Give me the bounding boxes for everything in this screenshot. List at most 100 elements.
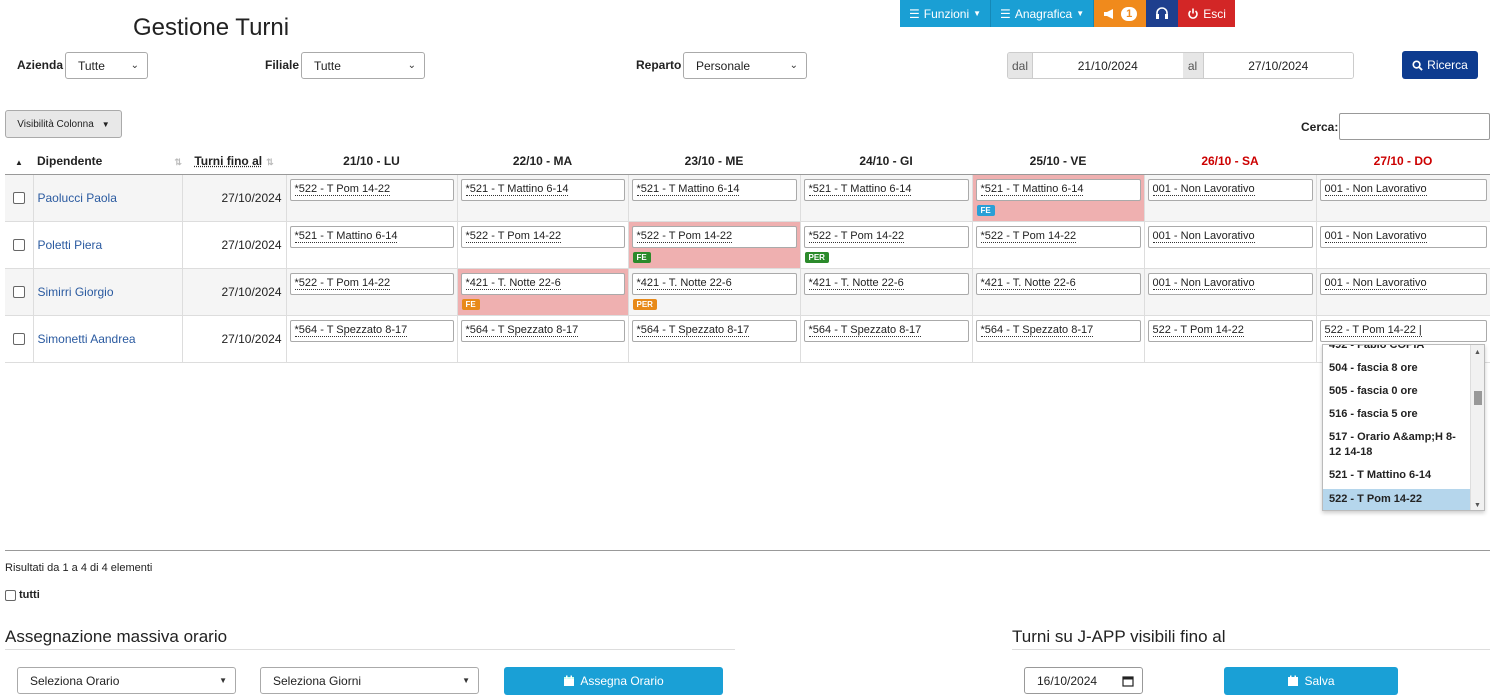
select-all-checkbox[interactable]: [5, 589, 16, 601]
dropdown-scrollbar[interactable]: ▲ ▼: [1470, 345, 1484, 510]
shift-select[interactable]: *564 - T Spezzato 8-17: [289, 319, 454, 342]
row-checkbox[interactable]: [12, 192, 25, 205]
shift-label: 522 - T Pom 14-22 |: [1324, 323, 1422, 337]
shift-cell: *521 - T Mattino 6-14: [456, 174, 628, 222]
cerca-input[interactable]: [1339, 113, 1490, 140]
row-checkbox[interactable]: [12, 239, 25, 252]
shift-label: *421 - T. Notte 22-6: [636, 276, 732, 290]
divider: [1012, 649, 1490, 650]
shift-select[interactable]: *564 - T Spezzato 8-17: [975, 319, 1141, 342]
shift-select[interactable]: *421 - T. Notte 22-6: [975, 272, 1141, 295]
ricerca-button[interactable]: Ricerca: [1402, 51, 1478, 79]
employee-name[interactable]: Simonetti Aandrea: [32, 315, 182, 363]
shift-cell: *521 - T Mattino 6-14 FE: [971, 174, 1144, 222]
dropdown-option[interactable]: 521 - T Mattino 6-14: [1323, 468, 1471, 483]
japp-date-input[interactable]: 16/10/2024: [1024, 667, 1143, 694]
anagrafica-menu[interactable]: ☰ Anagrafica ▼: [991, 0, 1095, 27]
shift-select[interactable]: *521 - T Mattino 6-14: [803, 178, 969, 201]
logout-button[interactable]: Esci: [1178, 0, 1235, 27]
shift-select[interactable]: *522 - T Pom 14-22: [631, 225, 797, 248]
notifications-button[interactable]: 1: [1094, 0, 1147, 27]
shift-select[interactable]: 001 - Non Lavorativo: [1147, 178, 1313, 201]
shift-select[interactable]: *521 - T Mattino 6-14: [289, 225, 454, 248]
filiale-select[interactable]: Tutte ⌄: [301, 52, 425, 79]
shift-select[interactable]: 001 - Non Lavorativo: [1319, 225, 1487, 248]
shift-cell: *522 - T Pom 14-22: [456, 221, 628, 269]
shift-select[interactable]: *564 - T Spezzato 8-17: [460, 319, 625, 342]
caret-down-icon: ▼: [219, 676, 227, 685]
shift-select[interactable]: *421 - T. Notte 22-6: [460, 272, 625, 295]
scroll-down-icon[interactable]: ▼: [1474, 502, 1481, 509]
column-visibility-button[interactable]: Visibilità Colonna ▼: [5, 110, 122, 138]
shift-select[interactable]: *522 - T Pom 14-22: [975, 225, 1141, 248]
giorni-select[interactable]: Seleziona Giorni ▼: [260, 667, 479, 694]
shift-select[interactable]: 522 - T Pom 14-22: [1147, 319, 1313, 342]
shift-tag-badge: FE: [461, 298, 480, 310]
shift-select[interactable]: 522 - T Pom 14-22 |: [1319, 319, 1487, 342]
dropdown-option-selected[interactable]: 522 - T Pom 14-22: [1323, 489, 1471, 510]
row-checkbox[interactable]: [12, 286, 25, 299]
shift-select[interactable]: 001 - Non Lavorativo: [1147, 225, 1313, 248]
employee-name[interactable]: Simirri Giorgio: [32, 268, 182, 316]
shift-select[interactable]: 001 - Non Lavorativo: [1319, 272, 1487, 295]
employee-name[interactable]: Poletti Piera: [32, 221, 182, 269]
shift-cell: 522 - T Pom 14-22: [1143, 315, 1316, 363]
azienda-select[interactable]: Tutte ⌄: [65, 52, 148, 79]
calendar-icon[interactable]: [1122, 675, 1134, 687]
shift-dropdown-list[interactable]: 492 - Fabio COPIA 504 - fascia 8 ore 505…: [1322, 344, 1485, 511]
japp-title: Turni su J-APP visibili fino al: [1012, 627, 1226, 646]
orario-placeholder: Seleziona Orario: [30, 673, 120, 688]
scroll-up-icon[interactable]: ▲: [1474, 349, 1481, 356]
shift-cell: 001 - Non Lavorativo: [1143, 221, 1316, 269]
dropdown-option[interactable]: 504 - fascia 8 ore: [1323, 361, 1471, 376]
shift-select[interactable]: *522 - T Pom 14-22: [803, 225, 969, 248]
dropdown-option[interactable]: 516 - fascia 5 ore: [1323, 407, 1471, 422]
calendar-icon: [564, 675, 575, 686]
shift-select[interactable]: *522 - T Pom 14-22: [289, 178, 454, 201]
row-select-cell: [5, 221, 33, 269]
chevron-down-icon: ⌄: [407, 60, 416, 71]
shift-select[interactable]: 001 - Non Lavorativo: [1319, 178, 1487, 201]
funzioni-menu[interactable]: ☰ Funzioni ▼: [900, 0, 992, 27]
shift-label: *522 - T Pom 14-22: [294, 276, 391, 290]
select-all[interactable]: tutti: [5, 589, 40, 601]
salva-button[interactable]: Salva: [1224, 667, 1398, 695]
select-all-sort[interactable]: ▲: [5, 149, 33, 175]
employee-name[interactable]: Paolucci Paola: [32, 174, 182, 222]
table-row: Simonetti Aandrea 27/10/2024 *564 - T Spez…: [5, 315, 1490, 363]
col-dipendente[interactable]: Dipendente ⇅: [33, 149, 182, 175]
shift-select[interactable]: *564 - T Spezzato 8-17: [803, 319, 969, 342]
shift-label: *564 - T Spezzato 8-17: [980, 323, 1094, 337]
shift-select[interactable]: *521 - T Mattino 6-14: [460, 178, 625, 201]
shift-select[interactable]: 001 - Non Lavorativo: [1147, 272, 1313, 295]
dropdown-option[interactable]: 517 - Orario A&amp;H 8-12 14-18: [1323, 430, 1471, 460]
dropdown-option[interactable]: 505 - fascia 0 ore: [1323, 384, 1471, 399]
shift-select[interactable]: *521 - T Mattino 6-14: [631, 178, 797, 201]
reparto-select[interactable]: Personale ⌄: [683, 52, 807, 79]
shift-select[interactable]: *421 - T. Notte 22-6: [631, 272, 797, 295]
col-turni-fino[interactable]: Turni fino al ⇅: [182, 149, 286, 175]
shift-select[interactable]: *564 - T Spezzato 8-17: [631, 319, 797, 342]
dal-input[interactable]: 21/10/2024: [1032, 53, 1183, 78]
tutti-label: tutti: [19, 589, 40, 601]
caret-down-icon: ▼: [101, 119, 110, 129]
shift-tag-badge: PER: [632, 298, 657, 310]
al-input[interactable]: 27/10/2024: [1202, 53, 1353, 78]
row-checkbox[interactable]: [12, 333, 25, 346]
shift-cell: 001 - Non Lavorativo: [1143, 268, 1316, 316]
shift-select[interactable]: *522 - T Pom 14-22: [289, 272, 454, 295]
support-button[interactable]: [1146, 0, 1179, 27]
dropdown-option[interactable]: 492 - Fabio COPIA: [1323, 345, 1471, 353]
shift-cell: 001 - Non Lavorativo: [1315, 174, 1490, 222]
shift-select[interactable]: *421 - T. Notte 22-6: [803, 272, 969, 295]
filiale-label: Filiale: [265, 58, 300, 72]
shift-select[interactable]: *521 - T Mattino 6-14: [975, 178, 1141, 201]
scroll-thumb[interactable]: [1474, 391, 1482, 405]
orario-select[interactable]: Seleziona Orario ▼: [17, 667, 236, 694]
calendar-icon: [1288, 675, 1299, 686]
row-select-cell: [5, 174, 33, 222]
shift-label: 001 - Non Lavorativo: [1324, 229, 1427, 243]
shift-select[interactable]: *522 - T Pom 14-22: [460, 225, 625, 248]
assegna-orario-button[interactable]: Assegna Orario: [504, 667, 723, 695]
turni-fino-cell: 27/10/2024: [181, 315, 286, 363]
